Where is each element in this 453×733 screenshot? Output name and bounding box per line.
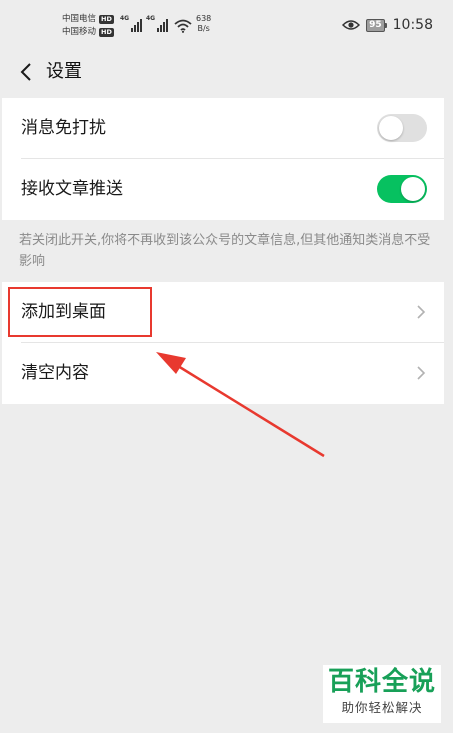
actions-group: 添加到桌面 清空内容	[2, 282, 444, 404]
watermark-sub-text: 助你轻松解决	[341, 700, 423, 715]
signal-2-icon: 4G	[146, 15, 168, 33]
back-button[interactable]	[12, 58, 40, 86]
clear-content-label: 清空内容	[21, 363, 89, 383]
nav-bar: 设置	[0, 50, 453, 94]
hd-badge-1: HD	[99, 15, 114, 24]
push-hint-text: 若关闭此开关,你将不再收到该公众号的文章信息,但其他通知类消息不受影响	[19, 233, 431, 269]
carrier-2-label: 中国移动	[62, 27, 97, 37]
network-speed: 638 B/s	[196, 14, 211, 34]
speed-unit: B/s	[197, 24, 210, 33]
row-do-not-disturb: 消息免打扰	[2, 98, 444, 159]
receive-article-push-label: 接收文章推送	[21, 179, 123, 199]
wifi-icon	[174, 19, 192, 33]
hd-badge-2: HD	[99, 28, 114, 37]
row-receive-article-push: 接收文章推送	[2, 159, 444, 220]
watermark-main-text: 百科全说	[327, 667, 436, 697]
chevron-right-icon	[417, 366, 426, 380]
notification-settings-group: 消息免打扰 接收文章推送	[2, 98, 444, 220]
clock: 10:58	[392, 17, 433, 33]
carrier-1-label: 中国电信	[62, 14, 97, 24]
add-to-desktop-label: 添加到桌面	[21, 302, 106, 322]
signal-1-icon: 4G	[120, 15, 142, 33]
row-add-to-desktop[interactable]: 添加到桌面	[2, 282, 444, 343]
back-arrow-icon	[20, 63, 31, 81]
eye-comfort-icon	[342, 20, 361, 30]
chevron-right-icon	[417, 305, 426, 319]
battery-level: 95	[366, 18, 385, 32]
row-clear-content[interactable]: 清空内容	[2, 343, 444, 404]
toggle-knob	[401, 177, 425, 201]
do-not-disturb-label: 消息免打扰	[21, 118, 106, 138]
right-status: 95 10:58	[342, 17, 433, 33]
watermark-logo: 百科全说 助你轻松解决	[323, 665, 441, 723]
receive-article-push-toggle[interactable]	[377, 175, 427, 203]
status-bar: 中国电信 HD 中国移动 HD 4G 4G 638 B/s 95 10:58	[0, 0, 453, 50]
carrier-info: 中国电信 HD 中国移动 HD	[62, 13, 114, 39]
network-2-label: 4G	[146, 15, 156, 22]
do-not-disturb-toggle[interactable]	[377, 114, 427, 142]
signal-indicators: 4G 4G	[120, 15, 192, 33]
toggle-knob	[379, 116, 403, 140]
network-1-label: 4G	[120, 15, 130, 22]
page-title: 设置	[46, 61, 82, 82]
battery-icon: 95	[366, 18, 387, 32]
speed-value: 638	[196, 14, 212, 23]
